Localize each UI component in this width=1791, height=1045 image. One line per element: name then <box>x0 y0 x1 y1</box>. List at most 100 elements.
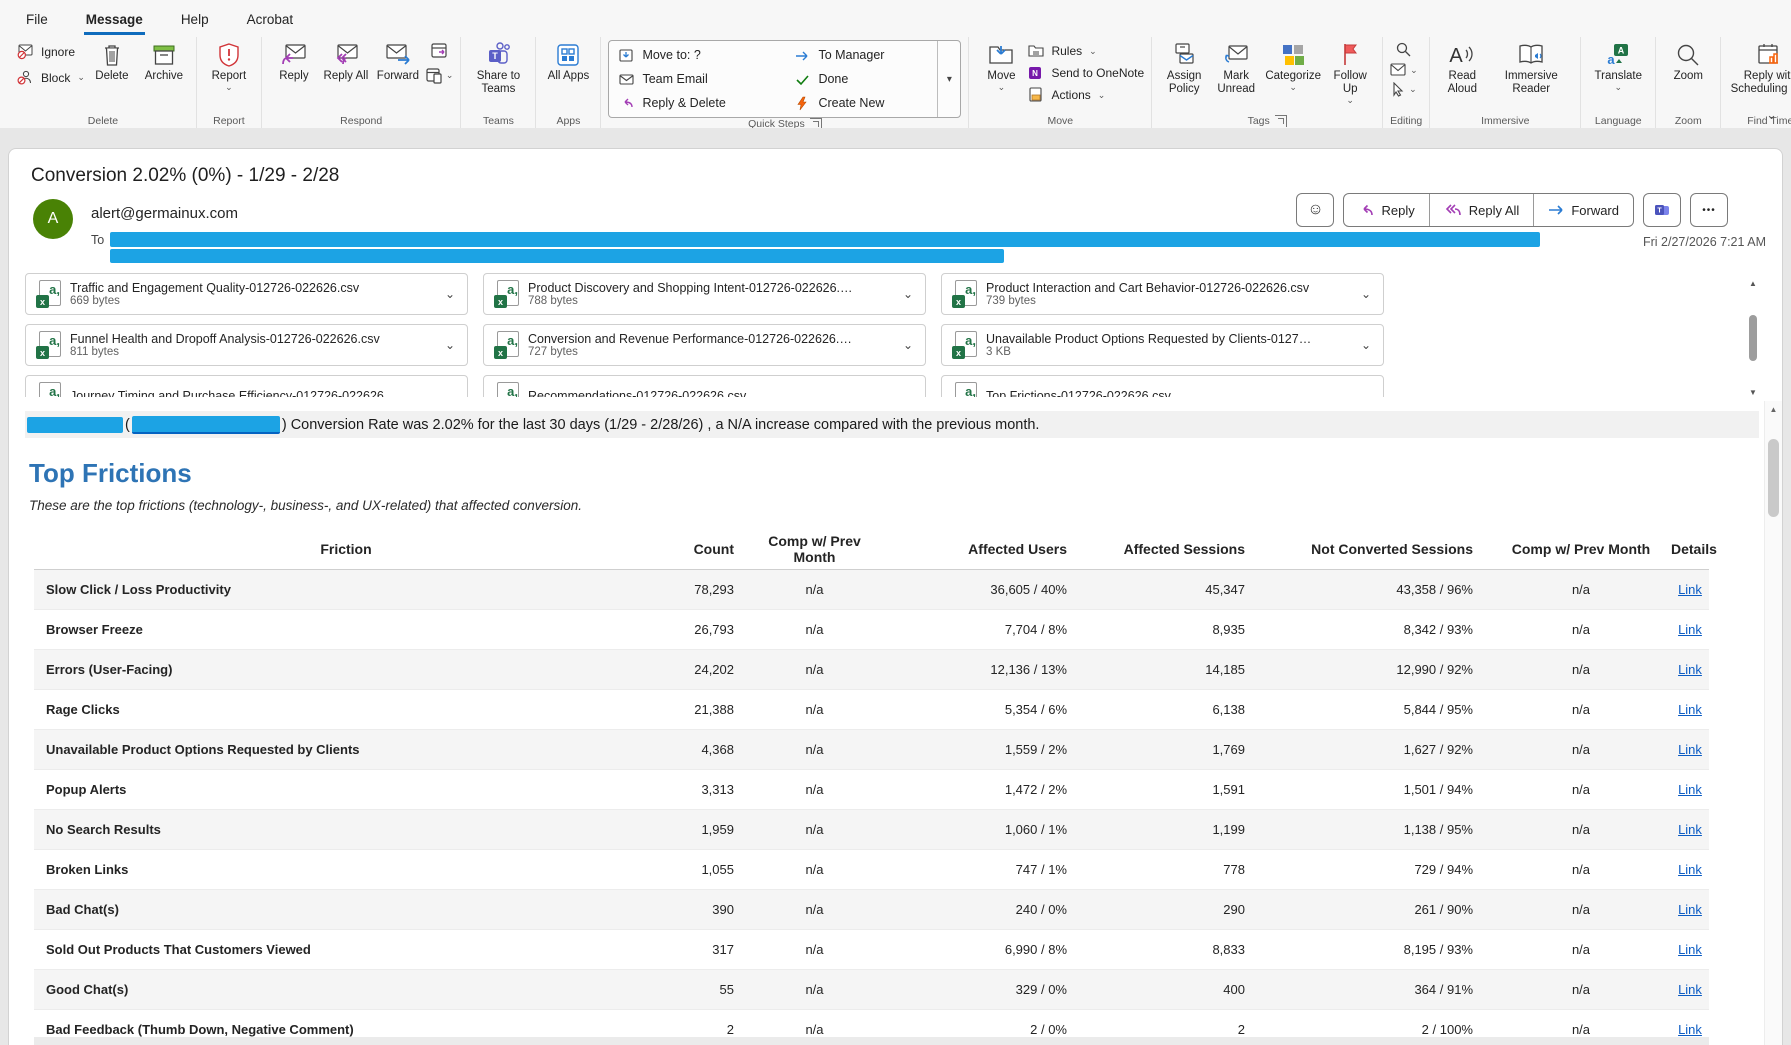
attachment-card[interactable]: a,xFunnel Health and Dropoff Analysis-01… <box>25 324 468 366</box>
details-link[interactable]: Link <box>1678 862 1702 877</box>
chevron-down-icon[interactable]: ⌄ <box>1357 389 1375 397</box>
scrollbar-thumb[interactable] <box>1749 315 1757 361</box>
scroll-up-icon[interactable]: ▲ <box>1765 401 1782 417</box>
details-link[interactable]: Link <box>1678 782 1702 797</box>
menu-acrobat[interactable]: Acrobat <box>245 4 296 35</box>
delete-button[interactable]: Delete <box>87 37 137 83</box>
assign-policy-button[interactable]: Assign Policy <box>1159 37 1209 96</box>
quick-step-to-manager[interactable]: To Manager <box>795 48 935 63</box>
more-actions-button[interactable]: ••• <box>1690 193 1728 227</box>
categorize-icon <box>1280 40 1306 70</box>
menu-bar: File Message Help Acrobat <box>0 0 1791 35</box>
cell: 12,136 / 13% <box>877 650 1085 690</box>
dialog-launcher-icon[interactable] <box>1275 115 1287 127</box>
chevron-down-icon[interactable]: ⌄ <box>899 389 917 397</box>
attachment-card[interactable]: a,xProduct Interaction and Cart Behavior… <box>941 273 1384 315</box>
details-link[interactable]: Link <box>1678 982 1702 997</box>
cell: Broken Links <box>34 850 646 890</box>
share-to-teams-button[interactable]: T <box>1643 193 1681 227</box>
details-link[interactable]: Link <box>1678 622 1702 637</box>
quick-steps-more-button[interactable]: ▾ <box>937 41 960 117</box>
summary-text: ) Conversion Rate was 2.02% for the last… <box>282 417 1040 433</box>
mark-unread-button[interactable]: Mark Unread <box>1211 37 1261 96</box>
meeting-reply-icon[interactable] <box>429 41 449 61</box>
attachments-scrollbar[interactable]: ▲ ▼ <box>1746 279 1760 397</box>
reply-button[interactable]: Reply <box>1344 194 1428 226</box>
scrollbar-thumb[interactable] <box>1768 439 1779 517</box>
quick-step-done[interactable]: Done <box>795 72 935 87</box>
send-to-onenote-button[interactable]: N Send to OneNote <box>1028 65 1144 81</box>
details-link[interactable]: Link <box>1678 582 1702 597</box>
scroll-up-icon[interactable]: ▲ <box>1749 279 1757 288</box>
reply-all-button[interactable]: Reply All <box>1429 194 1534 226</box>
body-scrollbar[interactable]: ▲ <box>1764 401 1782 1045</box>
chevron-down-icon[interactable]: ⌄ <box>899 287 917 301</box>
chevron-down-icon[interactable]: ⌄ <box>1357 338 1375 352</box>
select-cursor-icon[interactable] <box>1391 82 1406 97</box>
archive-button[interactable]: Archive <box>139 37 189 83</box>
collapse-ribbon-icon[interactable]: ⌄ <box>1766 107 1777 123</box>
report-button[interactable]: Report ⌄ <box>204 37 254 92</box>
zoom-button[interactable]: Zoom <box>1663 37 1713 83</box>
meeting-options-icon[interactable] <box>425 66 443 84</box>
block-button[interactable]: Block ⌄ <box>17 69 85 86</box>
chevron-down-icon[interactable]: ⌄ <box>1357 287 1375 301</box>
sender-email[interactable]: alert@germainux.com <box>91 205 238 222</box>
emoji-reaction-button[interactable]: ☺ <box>1296 193 1334 227</box>
details-link[interactable]: Link <box>1678 942 1702 957</box>
details-link[interactable]: Link <box>1678 822 1702 837</box>
details-link[interactable]: Link <box>1678 1022 1702 1037</box>
scroll-down-icon[interactable]: ▼ <box>1749 388 1757 397</box>
details-link[interactable]: Link <box>1678 702 1702 717</box>
attachment-card[interactable]: a,xUnavailable Product Options Requested… <box>941 324 1384 366</box>
chevron-down-icon[interactable]: ⌄ <box>441 287 459 301</box>
attachment-card[interactable]: a,xTop Frictions-012726-022626.csv⌄ <box>941 375 1384 397</box>
menu-file[interactable]: File <box>24 4 50 35</box>
menu-help[interactable]: Help <box>179 4 211 35</box>
details-link[interactable]: Link <box>1678 742 1702 757</box>
attachment-size: 727 bytes <box>528 346 890 358</box>
immersive-reader-button[interactable]: Immersive Reader <box>1489 37 1573 96</box>
move-button[interactable]: Move ⌄ <box>976 37 1026 92</box>
forward-button[interactable]: Forward <box>373 37 423 83</box>
site-name-redaction-bar <box>27 417 123 433</box>
svg-text:N: N <box>1033 69 1039 78</box>
reply-all-button[interactable]: Reply All <box>321 37 371 83</box>
link-redaction-bar[interactable] <box>132 416 280 434</box>
search-icon[interactable] <box>1395 41 1412 58</box>
avatar[interactable]: A <box>33 199 73 239</box>
cell: 290 <box>1085 890 1263 930</box>
translate-button[interactable]: Aa Translate ⌄ <box>1588 37 1648 92</box>
read-aloud-button[interactable]: A Read Aloud <box>1437 37 1487 96</box>
menu-message[interactable]: Message <box>84 4 145 35</box>
rules-button[interactable]: Rules ⌄ <box>1028 43 1144 59</box>
attachment-card[interactable]: a,xTraffic and Engagement Quality-012726… <box>25 273 468 315</box>
quick-step-reply-delete[interactable]: Reply & Delete <box>619 96 789 111</box>
reply-button[interactable]: Reply <box>269 37 319 83</box>
mail-options-icon[interactable] <box>1390 63 1407 77</box>
attachment-card[interactable]: a,xJourney Timing and Purchase Efficienc… <box>25 375 468 397</box>
quick-step-team-email[interactable]: Team Email <box>619 72 789 87</box>
forward-button[interactable]: Forward <box>1533 194 1633 226</box>
group-label-immersive: Immersive <box>1437 112 1573 129</box>
details-link[interactable]: Link <box>1678 662 1702 677</box>
categorize-button[interactable]: Categorize ⌄ <box>1263 37 1323 92</box>
quick-step-create-new[interactable]: Create New <box>795 96 935 111</box>
actions-button[interactable]: Actions ⌄ <box>1028 87 1144 103</box>
chevron-down-icon[interactable]: ⌄ <box>441 389 459 397</box>
attachment-card[interactable]: a,xConversion and Revenue Performance-01… <box>483 324 926 366</box>
ignore-button[interactable]: Ignore <box>17 43 85 60</box>
quick-step-move-to[interactable]: Move to: ? <box>619 48 789 63</box>
scheduling-poll-button[interactable]: Reply with Scheduling Poll <box>1728 37 1791 96</box>
chevron-down-icon[interactable]: ⌄ <box>441 338 459 352</box>
follow-up-button[interactable]: Follow Up ⌄ <box>1325 37 1375 105</box>
to-label: To <box>91 233 104 247</box>
translate-icon: Aa <box>1604 40 1632 70</box>
cell: n/a <box>752 610 877 650</box>
all-apps-button[interactable]: All Apps <box>543 37 593 83</box>
attachment-card[interactable]: a,xRecommendations-012726-022626.csv⌄ <box>483 375 926 397</box>
share-to-teams-button[interactable]: T Share to Teams <box>468 37 528 96</box>
details-link[interactable]: Link <box>1678 902 1702 917</box>
chevron-down-icon[interactable]: ⌄ <box>899 338 917 352</box>
attachment-card[interactable]: a,xProduct Discovery and Shopping Intent… <box>483 273 926 315</box>
